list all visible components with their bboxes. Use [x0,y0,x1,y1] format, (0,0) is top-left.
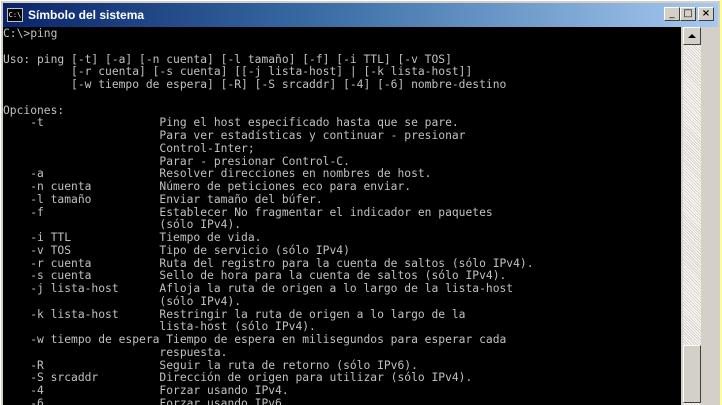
title-bar[interactable]: C:\ Símbolo del sistema _ □ × [3,3,718,27]
console-line: -w tiempo de espera Tiempo de espera en … [3,333,507,346]
console-line: -l tamaño Enviar tamaño del búfer. [3,192,323,206]
console-line: -6 Forzar usando IPv6. [3,396,289,405]
console-output[interactable]: C:\>ping Uso: ping [-t] [-a] [-n cuenta] … [3,27,681,405]
maximize-button[interactable]: □ [680,7,696,21]
window-title: Símbolo del sistema [28,8,145,22]
console-line: -v TOS Tipo de servicio (sólo IPv4) [3,243,350,257]
console-line: -j lista-host Afloja la ruta de origen a… [3,282,514,295]
console-app-icon[interactable]: C:\ [7,8,23,22]
console-line: C:\>ping [3,27,58,40]
scroll-up-button[interactable] [683,27,701,45]
console-line: Control-Inter; [3,141,255,155]
close-button[interactable]: × [698,7,714,21]
console-line: Para ver estadísticas y continuar - pres… [3,129,466,142]
command-prompt-window: C:\ Símbolo del sistema _ □ × C:\>ping Us… [0,0,720,405]
console-line: -n cuenta Número de peticiones eco para … [3,180,412,193]
arrow-up-icon [688,34,696,38]
console-line: respuesta. [3,345,228,359]
console-line: -4 Forzar usando IPv4. [3,384,289,397]
console-line: [-w tiempo de espera] [-R] [-S srcaddr] … [3,78,507,91]
vertical-scrollbar[interactable] [683,27,701,405]
console-line: -i TTL Tiempo de vida. [3,231,262,244]
minimize-button[interactable]: _ [664,7,680,21]
console-line: (sólo IPv4). [3,294,242,308]
scroll-thumb[interactable] [683,345,701,403]
window-controls: _ □ × [664,7,714,21]
